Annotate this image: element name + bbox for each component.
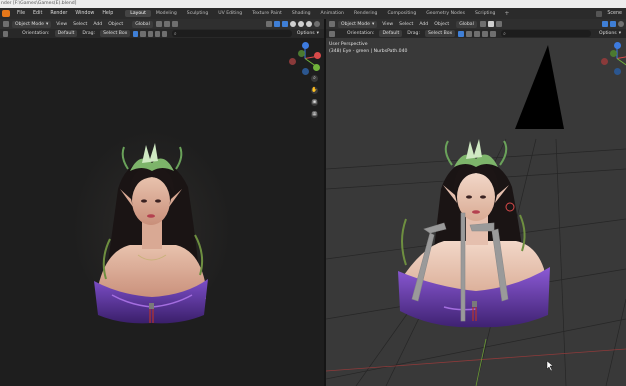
axis-neg-z-icon[interactable] [302,68,309,75]
scene-icon [596,10,603,17]
tab-modeling[interactable]: Modeling [151,10,182,17]
tab-shading[interactable]: Shading [287,10,316,17]
tab-animation[interactable]: Animation [316,10,349,17]
axis-neg-x-icon[interactable] [601,58,608,65]
tab-sculpting[interactable]: Sculpting [182,10,213,17]
scene-label: Scene [607,11,622,16]
camera-view-icon[interactable]: ▣ [311,99,318,106]
workspace-tabs: Layout Modeling Sculpting UV Editing Tex… [125,10,513,17]
axis-neg-x-icon[interactable] [289,58,296,65]
tab-compositing[interactable]: Compositing [382,10,421,17]
tab-rendering[interactable]: Rendering [349,10,382,17]
tab-layout[interactable]: Layout [125,10,151,17]
grid-view-icon[interactable]: ▦ [311,111,318,118]
window-title: nder [F:\Games\Games(E).blend] [0,0,626,8]
tab-uv-editing[interactable]: UV Editing [213,10,247,17]
scene-wireframe [326,45,626,386]
menu-window[interactable]: Window [71,11,98,16]
zoom-icon[interactable]: ⌕ [311,75,318,82]
menu-help[interactable]: Help [98,11,117,16]
axis-neg-y-icon[interactable] [298,50,305,57]
scene-selector[interactable]: Scene [595,8,622,19]
menu-file[interactable]: File [13,11,29,16]
tab-texture-paint[interactable]: Texture Paint [247,10,287,17]
menu-edit[interactable]: Edit [29,11,46,16]
navigation-gizmo[interactable] [288,41,322,75]
axis-x-icon[interactable] [314,52,321,59]
tab-geometry-nodes[interactable]: Geometry Nodes [421,10,470,17]
right-viewport[interactable]: Object Mode ▾ View Select Add Object Glob… [326,19,626,386]
menu-render[interactable]: Render [46,11,71,16]
top-menubar: File Edit Render Window Help Layout Mode… [0,8,626,19]
navigation-gizmo[interactable] [600,41,626,75]
pan-hand-icon[interactable]: ✋ [311,87,318,94]
blender-logo-icon[interactable] [2,10,10,17]
tab-scripting[interactable]: Scripting [470,10,500,17]
axis-z-icon[interactable] [302,42,309,49]
character-render-left [72,119,232,324]
left-viewport[interactable]: Object Mode ▾ View Select Add Object Glob… [0,19,324,386]
axis-neg-z-icon[interactable] [614,68,621,75]
axis-z-icon[interactable] [614,42,621,49]
axis-y-icon[interactable] [313,64,320,71]
axis-neg-y-icon[interactable] [610,50,617,57]
add-workspace-button[interactable]: + [500,10,513,17]
